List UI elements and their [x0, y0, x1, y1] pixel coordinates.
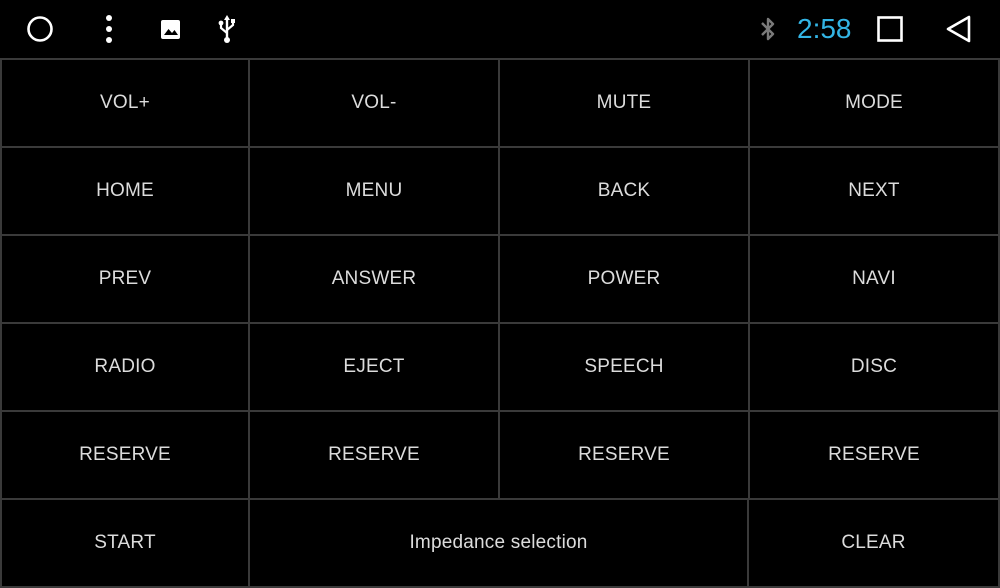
eject-button[interactable]: EJECT — [250, 324, 500, 412]
key-row: RESERVE RESERVE RESERVE RESERVE — [0, 412, 1000, 500]
navi-button[interactable]: NAVI — [750, 236, 1000, 324]
key-row: VOL+ VOL- MUTE MODE — [0, 60, 1000, 148]
next-button[interactable]: NEXT — [750, 148, 1000, 236]
home-button[interactable]: HOME — [0, 148, 250, 236]
reserve-button-2[interactable]: RESERVE — [250, 412, 500, 500]
reserve-button-3[interactable]: RESERVE — [500, 412, 750, 500]
reserve-button-1[interactable]: RESERVE — [0, 412, 250, 500]
mode-button[interactable]: MODE — [750, 60, 1000, 148]
vol-down-button[interactable]: VOL- — [250, 60, 500, 148]
steering-wheel-key-grid: VOL+ VOL- MUTE MODE HOME MENU BACK NEXT … — [0, 58, 1000, 588]
recents-square-icon[interactable] — [876, 15, 904, 43]
key-row: RADIO EJECT SPEECH DISC — [0, 324, 1000, 412]
home-circle-icon[interactable] — [26, 15, 54, 43]
key-row: PREV ANSWER POWER NAVI — [0, 236, 1000, 324]
more-vert-icon[interactable] — [100, 14, 118, 44]
key-row: HOME MENU BACK NEXT — [0, 148, 1000, 236]
start-button[interactable]: START — [0, 500, 250, 588]
menu-button[interactable]: MENU — [250, 148, 500, 236]
status-clock: 2:58 — [797, 13, 852, 44]
key-row: START Impedance selection CLEAR — [0, 500, 1000, 588]
usb-icon — [216, 13, 238, 45]
bluetooth-icon — [757, 15, 779, 45]
prev-button[interactable]: PREV — [0, 236, 250, 324]
speech-button[interactable]: SPEECH — [500, 324, 750, 412]
vol-up-button[interactable]: VOL+ — [0, 60, 250, 148]
answer-button[interactable]: ANSWER — [250, 236, 500, 324]
power-button[interactable]: POWER — [500, 236, 750, 324]
disc-button[interactable]: DISC — [750, 324, 1000, 412]
status-bar: 2:58 — [0, 0, 1000, 58]
reserve-button-4[interactable]: RESERVE — [750, 412, 1000, 500]
mute-button[interactable]: MUTE — [500, 60, 750, 148]
image-icon — [160, 19, 181, 40]
back-triangle-icon[interactable] — [944, 14, 974, 44]
clear-button[interactable]: CLEAR — [749, 500, 1000, 588]
impedance-selection-button[interactable]: Impedance selection — [250, 500, 749, 588]
radio-button[interactable]: RADIO — [0, 324, 250, 412]
back-button[interactable]: BACK — [500, 148, 750, 236]
